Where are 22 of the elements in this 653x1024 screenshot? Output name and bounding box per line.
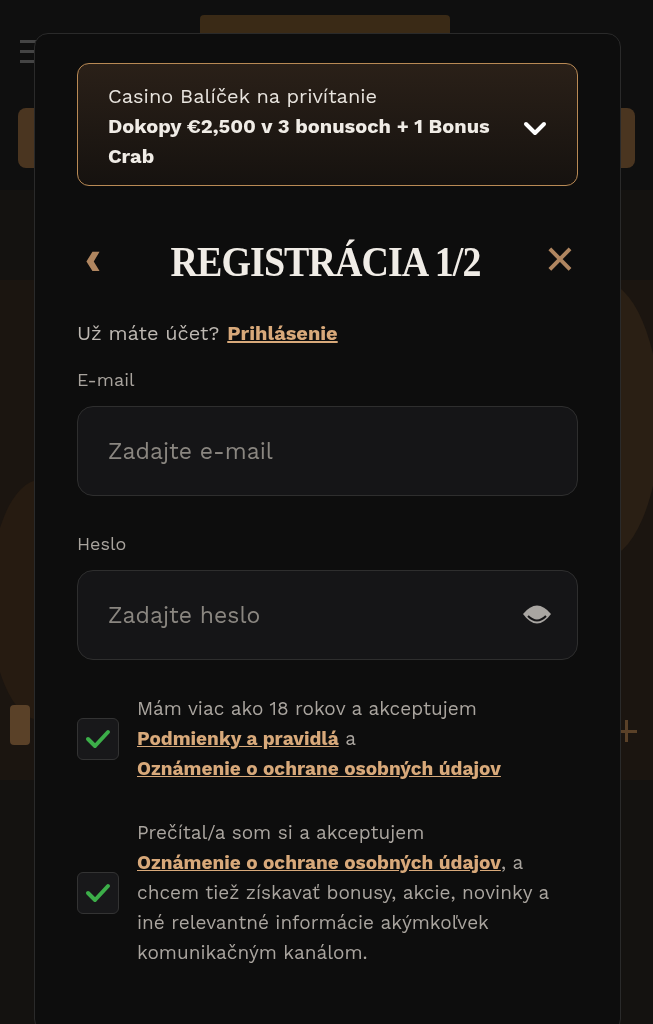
field-label: E-mail (77, 368, 136, 392)
consent-text: Mám viac ako 18 rokov a akceptujem Podmienky a pravidlá a Oznámenie o ochrane osobných údajov (137, 696, 502, 782)
chevron-icon (523, 121, 547, 137)
password-field[interactable]: Zadajte heslo (77, 570, 578, 660)
banner-offer: Dokopy €2,500 v 3 bonusoch + 1 Bonus Crab (108, 113, 491, 170)
check-icon (85, 728, 111, 750)
login-prompt: Už máte účet? (77, 320, 220, 347)
back-button[interactable]: ‹ (77, 234, 109, 282)
close-button[interactable]: × (542, 233, 578, 285)
dialog-title: REGISTRÁCIA 1/2 (170, 237, 481, 287)
consent-text: Prečítal/a som si a akceptujem Oznámenie o ochrane osobných údajov, a chcem tiež získavať bonusy, akcie, novinky a iné relevantné informácie akýmkoľvek komunikačným kanálom. (137, 820, 550, 966)
banner-title: Casino Balíček na privítanie (108, 83, 379, 110)
checkbox[interactable] (77, 872, 119, 914)
check-icon (85, 882, 111, 904)
field-label: Heslo (77, 532, 128, 556)
email-field[interactable]: Zadajte e-mail (77, 406, 578, 496)
terms-link[interactable]: Podmienky a pravidlá (137, 727, 339, 750)
welcome-bonus-banner[interactable]: Casino Balíček na privítanie Dokopy €2,500 v 3 bonusoch + 1 Bonus Crab (77, 63, 578, 186)
login-link[interactable]: Prihlásenie (227, 318, 338, 348)
checkbox[interactable] (77, 718, 119, 760)
terms-link[interactable]: Oznámenie o ochrane osobných údajov (137, 757, 501, 780)
terms-link[interactable]: Oznámenie o ochrane osobných údajov (137, 851, 501, 874)
